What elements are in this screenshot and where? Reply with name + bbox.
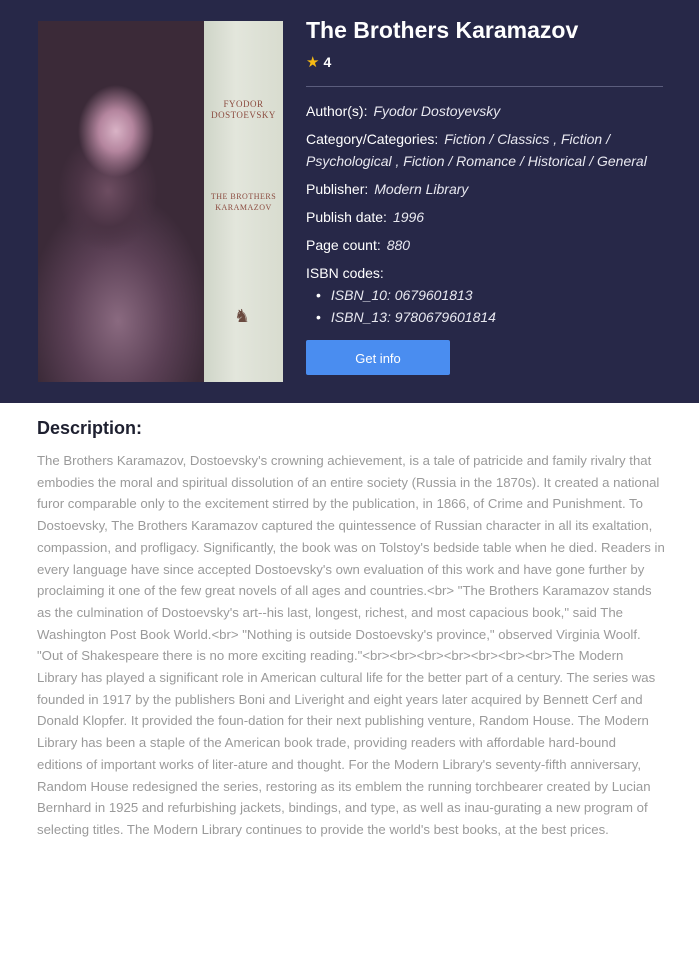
cover-title-text: THE BROTHERS KARAMAZOV <box>210 192 277 212</box>
category-label: Category/Categories: <box>306 131 439 147</box>
page-count-row: Page count: 880 <box>306 234 666 256</box>
isbn-10: ISBN_10: 0679601813 <box>316 284 666 306</box>
book-info: The Brothers Karamazov ★ 4 Author(s): Fyo… <box>306 14 666 375</box>
torchbearer-logo-icon: ♞ <box>234 306 251 326</box>
isbn-13: ISBN_13: 9780679601814 <box>316 306 666 328</box>
publish-date-row: Publish date: 1996 <box>306 206 666 228</box>
category-row: Category/Categories: Fiction / Classics ,… <box>306 128 666 172</box>
rating-value: 4 <box>323 54 332 70</box>
publisher-value: Modern Library <box>374 181 469 197</box>
cover-portrait <box>38 21 204 382</box>
book-header: FYODOR DOSTOEVSKY THE BROTHERS KARAMAZOV… <box>0 0 699 403</box>
cover-author-text: FYODOR DOSTOEVSKY <box>211 99 276 120</box>
star-icon: ★ <box>306 54 320 71</box>
isbn-row: ISBN codes: ISBN_10: 0679601813 ISBN_13:… <box>306 262 666 328</box>
description-text: The Brothers Karamazov, Dostoevsky's cro… <box>37 453 665 837</box>
description-section: Description: The Brothers Karamazov, Dos… <box>37 414 665 841</box>
book-title: The Brothers Karamazov <box>306 17 579 43</box>
page-count-label: Page count: <box>306 237 381 253</box>
cover-spine: FYODOR DOSTOEVSKY THE BROTHERS KARAMAZOV… <box>204 21 283 382</box>
publisher-row: Publisher: Modern Library <box>306 178 666 200</box>
book-cover-image: FYODOR DOSTOEVSKY THE BROTHERS KARAMAZOV… <box>38 21 283 382</box>
page-count-value: 880 <box>386 237 411 253</box>
author-row: Author(s): Fyodor Dostoyevsky <box>306 100 666 122</box>
publish-date-label: Publish date: <box>306 209 387 225</box>
isbn-list: ISBN_10: 0679601813 ISBN_13: 97806796018… <box>306 284 666 328</box>
publish-date-value: 1996 <box>392 209 425 225</box>
isbn-label: ISBN codes: <box>306 265 384 281</box>
publisher-label: Publisher: <box>306 181 369 197</box>
author-label: Author(s): <box>306 103 368 119</box>
divider <box>306 86 663 87</box>
get-info-button[interactable]: Get info <box>306 340 450 375</box>
description-heading: Description: <box>37 418 143 438</box>
author-value: Fyodor Dostoyevsky <box>373 103 501 119</box>
rating: ★ 4 <box>306 52 666 72</box>
